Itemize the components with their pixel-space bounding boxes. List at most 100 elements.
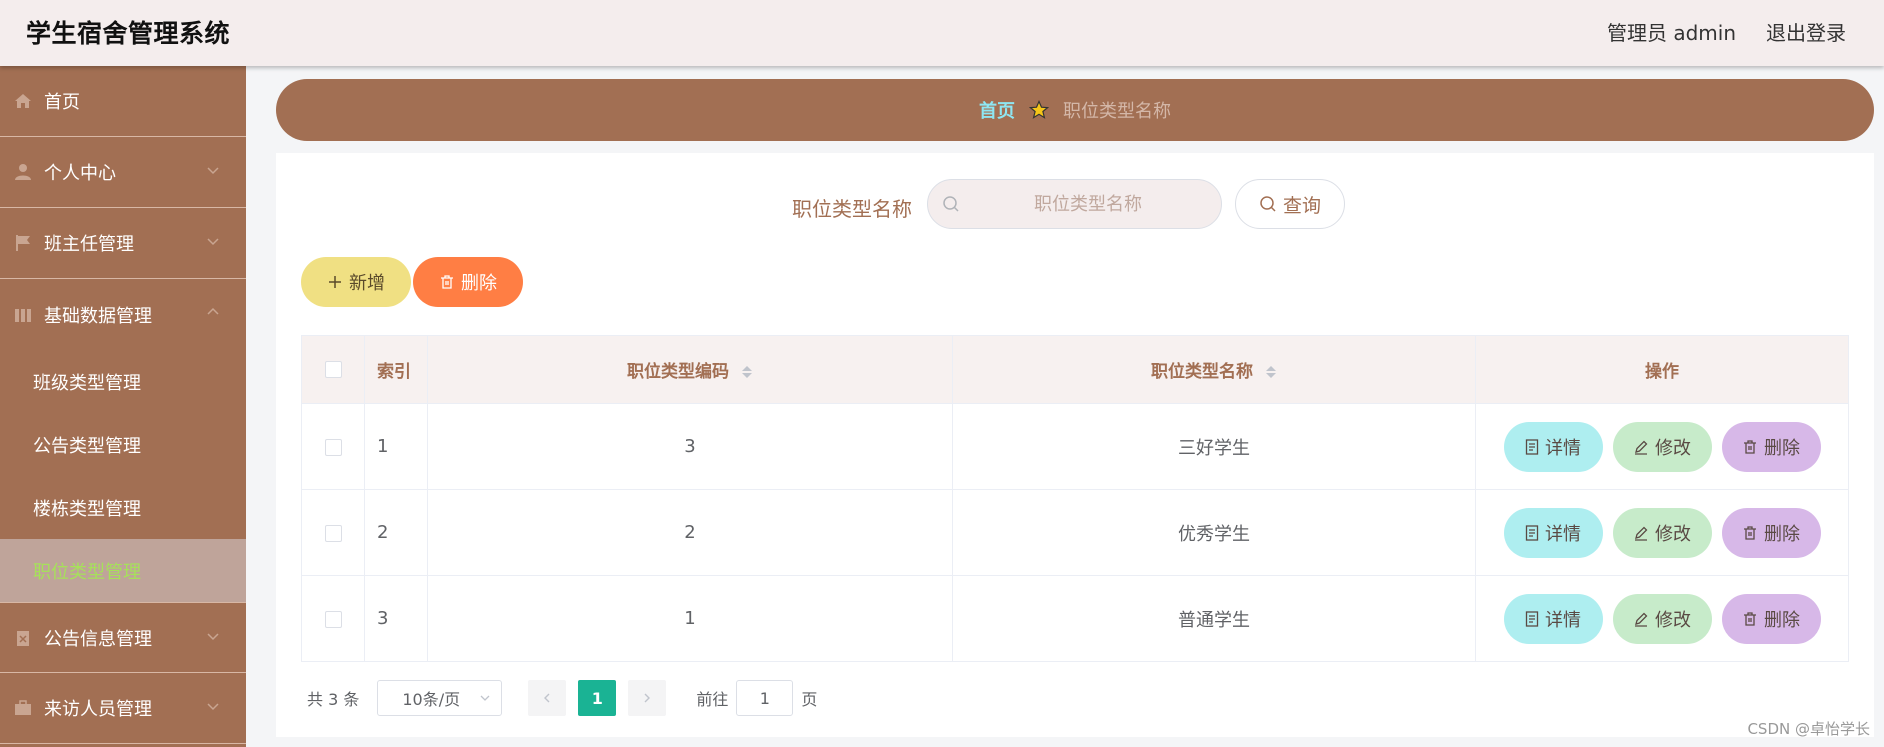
briefcase-icon: [14, 699, 32, 717]
flag-icon: [14, 234, 32, 252]
goto-prefix: 前往: [696, 690, 729, 709]
page-number[interactable]: 1: [578, 680, 617, 716]
header-name[interactable]: 职位类型名称: [952, 335, 1476, 404]
breadcrumb-home[interactable]: 首页: [979, 97, 1015, 123]
sidebar-item-home[interactable]: 首页: [0, 66, 246, 137]
document-icon: [1525, 438, 1539, 455]
pencil-icon: [1635, 440, 1648, 455]
sidebar-item-label: 个人中心: [44, 163, 116, 184]
delete-button-label: 删除: [1764, 609, 1800, 631]
chevron-down-icon: [480, 695, 490, 701]
sidebar-item-label: 公告信息管理: [44, 628, 152, 650]
chevron-down-icon: [207, 167, 219, 175]
pagination-total: 共 3 条: [307, 690, 360, 709]
sidebar-item-profile[interactable]: 个人中心: [0, 137, 246, 208]
pencil-icon: [1635, 612, 1648, 627]
row-checkbox[interactable]: [324, 438, 342, 456]
logout-link[interactable]: 退出登录: [1766, 17, 1846, 46]
row-code: 3: [427, 403, 953, 490]
search-bar: 职位类型名称 查询: [276, 179, 1874, 231]
table-row: 3 1 普通学生 详情 修改 删除: [301, 575, 1849, 662]
header-name-label: 职位类型名称: [1151, 362, 1254, 382]
delete-button[interactable]: 删除: [1721, 421, 1821, 472]
delete-button[interactable]: 删除: [1721, 507, 1821, 558]
sidebar-item-notices[interactable]: 公告信息管理: [0, 602, 246, 673]
detail-button[interactable]: 详情: [1503, 507, 1603, 558]
trash-icon: [1744, 525, 1756, 540]
sidebar-subitem-position-type[interactable]: 职位类型管理: [0, 539, 246, 602]
app-title: 学生宿舍管理系统: [26, 19, 231, 48]
goto-page-input[interactable]: [736, 680, 794, 716]
header-checkbox-cell: [301, 335, 365, 404]
detail-button-label: 详情: [1545, 609, 1581, 631]
clipboard-icon: [14, 629, 32, 647]
star-icon: [1029, 100, 1049, 119]
edit-button[interactable]: 修改: [1612, 507, 1712, 558]
search-input-wrapper: [927, 179, 1222, 229]
row-checkbox-cell: [301, 575, 365, 662]
chevron-down-icon: [207, 238, 219, 246]
sidebar-subitem-class-type[interactable]: 班级类型管理: [0, 350, 246, 413]
sidebar-item-visitors[interactable]: 来访人员管理: [0, 673, 246, 744]
delete-button[interactable]: 删除: [1721, 593, 1821, 644]
page-size-select[interactable]: 10条/页: [377, 680, 503, 716]
sidebar-subitem-notice-type[interactable]: 公告类型管理: [0, 413, 246, 476]
row-checkbox-cell: [301, 403, 365, 490]
row-index: 2: [364, 489, 428, 576]
row-checkbox[interactable]: [324, 524, 342, 542]
header-index: 索引: [364, 335, 428, 404]
row-name: 优秀学生: [952, 489, 1476, 576]
row-checkbox[interactable]: [324, 610, 342, 628]
next-page-button[interactable]: [628, 680, 667, 716]
row-checkbox-cell: [301, 489, 365, 576]
sidebar-subitem-building-type[interactable]: 楼栋类型管理: [0, 476, 246, 539]
edit-button-label: 修改: [1655, 523, 1691, 545]
batch-delete-button[interactable]: 删除: [413, 257, 523, 307]
detail-button-label: 详情: [1545, 523, 1581, 545]
query-button[interactable]: 查询: [1235, 179, 1345, 229]
sidebar: 首页 个人中心 班主任管理 基础数据管理 班级类型管理 公告类型管理 楼栋类型管…: [0, 66, 246, 747]
row-index: 1: [364, 403, 428, 490]
sort-icon[interactable]: [1265, 364, 1277, 380]
pencil-icon: [1635, 526, 1648, 541]
search-icon: [1260, 196, 1276, 212]
search-label: 职位类型名称: [792, 197, 912, 221]
edit-button[interactable]: 修改: [1612, 593, 1712, 644]
table-header-row: 索引 职位类型编码 职位类型名称 操作: [301, 335, 1849, 404]
edit-button-label: 修改: [1655, 437, 1691, 459]
row-code: 1: [427, 575, 953, 662]
detail-button[interactable]: 详情: [1503, 421, 1603, 472]
page-size-value: 10条/页: [402, 690, 461, 709]
action-toolbar: 新增 删除: [301, 257, 523, 307]
table-row: 1 3 三好学生 详情 修改 删除: [301, 403, 1849, 490]
prev-page-button[interactable]: [528, 680, 567, 716]
query-button-label: 查询: [1282, 194, 1321, 217]
document-icon: [1525, 610, 1539, 627]
chevron-right-icon: [644, 693, 651, 703]
data-table: 索引 职位类型编码 职位类型名称 操作 1 3 三好学生 详情 修改 删除 2 …: [301, 335, 1849, 662]
sidebar-item-teachers[interactable]: 班主任管理: [0, 208, 246, 279]
top-header: 学生宿舍管理系统 管理员 admin 退出登录: [0, 0, 1884, 66]
user-label[interactable]: 管理员 admin: [1607, 17, 1736, 46]
add-button[interactable]: 新增: [301, 257, 411, 307]
header-user-area: 管理员 admin 退出登录: [1607, 17, 1846, 46]
watermark: CSDN @卓怡学长: [1747, 720, 1870, 738]
search-input[interactable]: [968, 180, 1208, 228]
header-ops-label: 操作: [1645, 362, 1679, 382]
chevron-down-icon: [207, 703, 219, 711]
sidebar-item-label: 班主任管理: [44, 234, 134, 255]
detail-button[interactable]: 详情: [1503, 593, 1603, 644]
delete-button-label: 删除: [1764, 523, 1800, 545]
select-all-checkbox[interactable]: [324, 361, 342, 378]
sidebar-item-basic-data[interactable]: 基础数据管理: [0, 279, 246, 350]
header-code[interactable]: 职位类型编码: [427, 335, 953, 404]
trash-icon: [441, 275, 453, 289]
batch-delete-label: 删除: [461, 273, 497, 294]
row-ops: 详情 修改 删除: [1475, 489, 1849, 576]
pagination: 共 3 条 10条/页 1 前往 页: [307, 680, 817, 716]
home-icon: [14, 92, 32, 110]
edit-button[interactable]: 修改: [1612, 421, 1712, 472]
sort-icon[interactable]: [741, 364, 753, 380]
sidebar-item-label: 基础数据管理: [44, 305, 152, 327]
plus-icon: [329, 276, 341, 288]
